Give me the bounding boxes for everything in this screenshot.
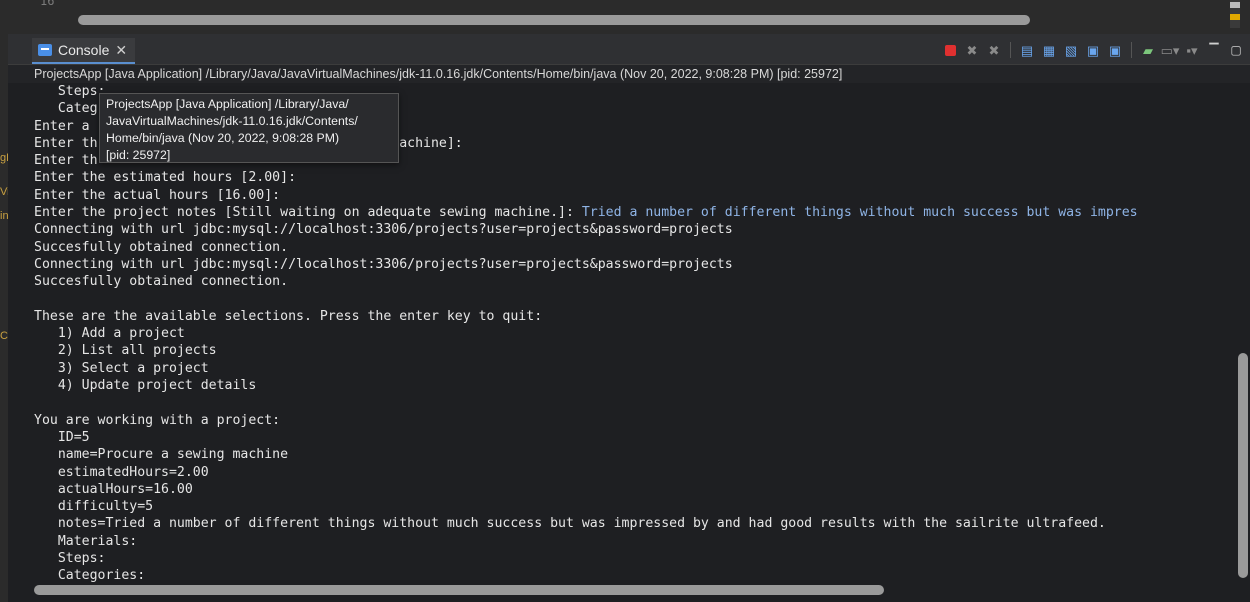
ruler-marker[interactable]: [1230, 2, 1240, 8]
tooltip-line: JavaVirtualMachines/jdk-11.0.16.jdk/Cont…: [106, 114, 358, 128]
editor-line-number: 16: [40, 0, 55, 8]
console-line: 1) Add a project: [34, 325, 1138, 342]
toolbar-separator: [1131, 42, 1132, 58]
editor-overview-ruler[interactable]: [1230, 0, 1240, 28]
console-line: Succesfully obtained connection.: [34, 273, 1138, 290]
console-line-text: Enter the actual hours [16.00]:: [34, 187, 281, 203]
console-icon: [38, 44, 52, 56]
console-line-text: Connecting with url jdbc:mysql://localho…: [34, 256, 733, 272]
clear-console-icon[interactable]: ▤: [1019, 42, 1035, 58]
console-line-text: Enter a: [34, 118, 90, 134]
console-line: estimatedHours=2.00: [34, 464, 1138, 481]
console-line: Steps:: [34, 550, 1138, 567]
tooltip-line: Home/bin/java (Nov 20, 2022, 9:08:28 PM): [106, 131, 340, 145]
console-line-text: notes=Tried a number of different things…: [34, 516, 1106, 532]
console-line: Connecting with url jdbc:mysql://localho…: [34, 256, 1138, 273]
console-vertical-scrollbar[interactable]: [1236, 83, 1250, 583]
console-user-input: Tried a number of different things witho…: [581, 205, 1138, 221]
console-line: Enter the project notes [Still waiting o…: [34, 204, 1138, 221]
console-line-text: Succesfully obtained connection.: [34, 274, 289, 290]
console-tab-bar: Console ✕ ✖ ✖ ▤ ▦ ▧ ▣ ▣ ▰ ▭▾ ▪▾ ▔ ▢: [8, 34, 1250, 65]
editor-area: 16: [0, 0, 1250, 35]
console-line: 2) List all projects: [34, 342, 1138, 359]
console-line-text: Succesfully obtained connection.: [34, 239, 289, 255]
console-line-text: Steps:: [34, 84, 106, 99]
console-line-text: name=Procure a sewing machine: [34, 447, 289, 463]
console-line: Connecting with url jdbc:mysql://localho…: [34, 221, 1138, 238]
display-selected-console-icon[interactable]: ▭▾: [1161, 42, 1180, 58]
console-line: notes=Tried a number of different things…: [34, 515, 1138, 532]
console-line-text: Steps:: [34, 551, 106, 567]
console-line-text: 3) Select a project: [34, 360, 209, 376]
console-line: These are the available selections. Pres…: [34, 308, 1138, 325]
console-line-text: ID=5: [34, 429, 90, 445]
console-line-text: Connecting with url jdbc:mysql://localho…: [34, 222, 733, 238]
console-line-text: Enter the project notes [Still waiting o…: [34, 205, 582, 221]
console-line: difficulty=5: [34, 498, 1138, 515]
left-gutter: gE Vid in Co: [0, 34, 16, 602]
ruler-warning-marker[interactable]: [1230, 14, 1240, 20]
vertical-scroll-thumb[interactable]: [1238, 353, 1248, 578]
console-line-text: These are the available selections. Pres…: [34, 308, 543, 324]
maximize-icon[interactable]: ▢: [1228, 42, 1244, 58]
console-process-label: ProjectsApp [Java Application] /Library/…: [8, 65, 1250, 83]
console-line-text: Enter the estimated hours [2.00]:: [34, 170, 297, 186]
console-line-text: actualHours=16.00: [34, 481, 193, 497]
console-line: You are working with a project:: [34, 412, 1138, 429]
word-wrap-icon[interactable]: ▧: [1063, 42, 1079, 58]
console-horizontal-scrollbar[interactable]: [8, 583, 1236, 597]
minimize-icon[interactable]: ▔: [1206, 42, 1222, 58]
tab-console[interactable]: Console ✕: [32, 38, 136, 64]
toolbar-separator: [1010, 42, 1011, 58]
console-line-text: Materials:: [34, 533, 138, 549]
console-line-text: estimatedHours=2.00: [34, 464, 209, 480]
tooltip-line: [pid: 25972]: [106, 148, 171, 162]
process-tooltip: ProjectsApp [Java Application] /Library/…: [99, 93, 399, 163]
console-line: Enter the actual hours [16.00]:: [34, 187, 1138, 204]
open-console-icon[interactable]: ▪▾: [1184, 42, 1200, 58]
console-line-text: Categ: [34, 101, 98, 117]
console-line: actualHours=16.00: [34, 481, 1138, 498]
horizontal-scroll-thumb[interactable]: [34, 585, 884, 595]
console-line: 3) Select a project: [34, 360, 1138, 377]
remove-all-icon[interactable]: ✖: [986, 42, 1002, 58]
console-line-text: 4) Update project details: [34, 378, 257, 394]
console-line-text: 1) Add a project: [34, 326, 185, 342]
close-icon[interactable]: ✕: [115, 42, 127, 59]
show-on-stdout-icon[interactable]: ▣: [1085, 42, 1101, 58]
terminate-icon[interactable]: [944, 44, 956, 56]
console-line: Succesfully obtained connection.: [34, 239, 1138, 256]
console-line-text: You are working with a project:: [34, 412, 281, 428]
show-on-stderr-icon[interactable]: ▣: [1107, 42, 1123, 58]
console-line-text: difficulty=5: [34, 499, 154, 515]
console-line-text: Categories:: [34, 568, 146, 583]
console-line: name=Procure a sewing machine: [34, 446, 1138, 463]
console-line-text: 2) List all projects: [34, 343, 217, 359]
console-toolbar: ✖ ✖ ▤ ▦ ▧ ▣ ▣ ▰ ▭▾ ▪▾ ▔ ▢: [942, 40, 1244, 60]
scroll-lock-icon[interactable]: ▦: [1041, 42, 1057, 58]
tooltip-line: ProjectsApp [Java Application] /Library/…: [106, 97, 349, 111]
pin-console-icon[interactable]: ▰: [1140, 42, 1156, 58]
remove-launch-icon[interactable]: ✖: [964, 42, 980, 58]
console-line: ID=5: [34, 429, 1138, 446]
console-line: Enter the estimated hours [2.00]:: [34, 169, 1138, 186]
console-line: 4) Update project details: [34, 377, 1138, 394]
tab-console-label: Console: [58, 42, 110, 58]
console-line: Materials:: [34, 533, 1138, 550]
console-line: Categories:: [34, 567, 1138, 583]
console-line-text: Enter th: [34, 153, 98, 169]
editor-horizontal-scrollbar[interactable]: [78, 15, 1030, 25]
